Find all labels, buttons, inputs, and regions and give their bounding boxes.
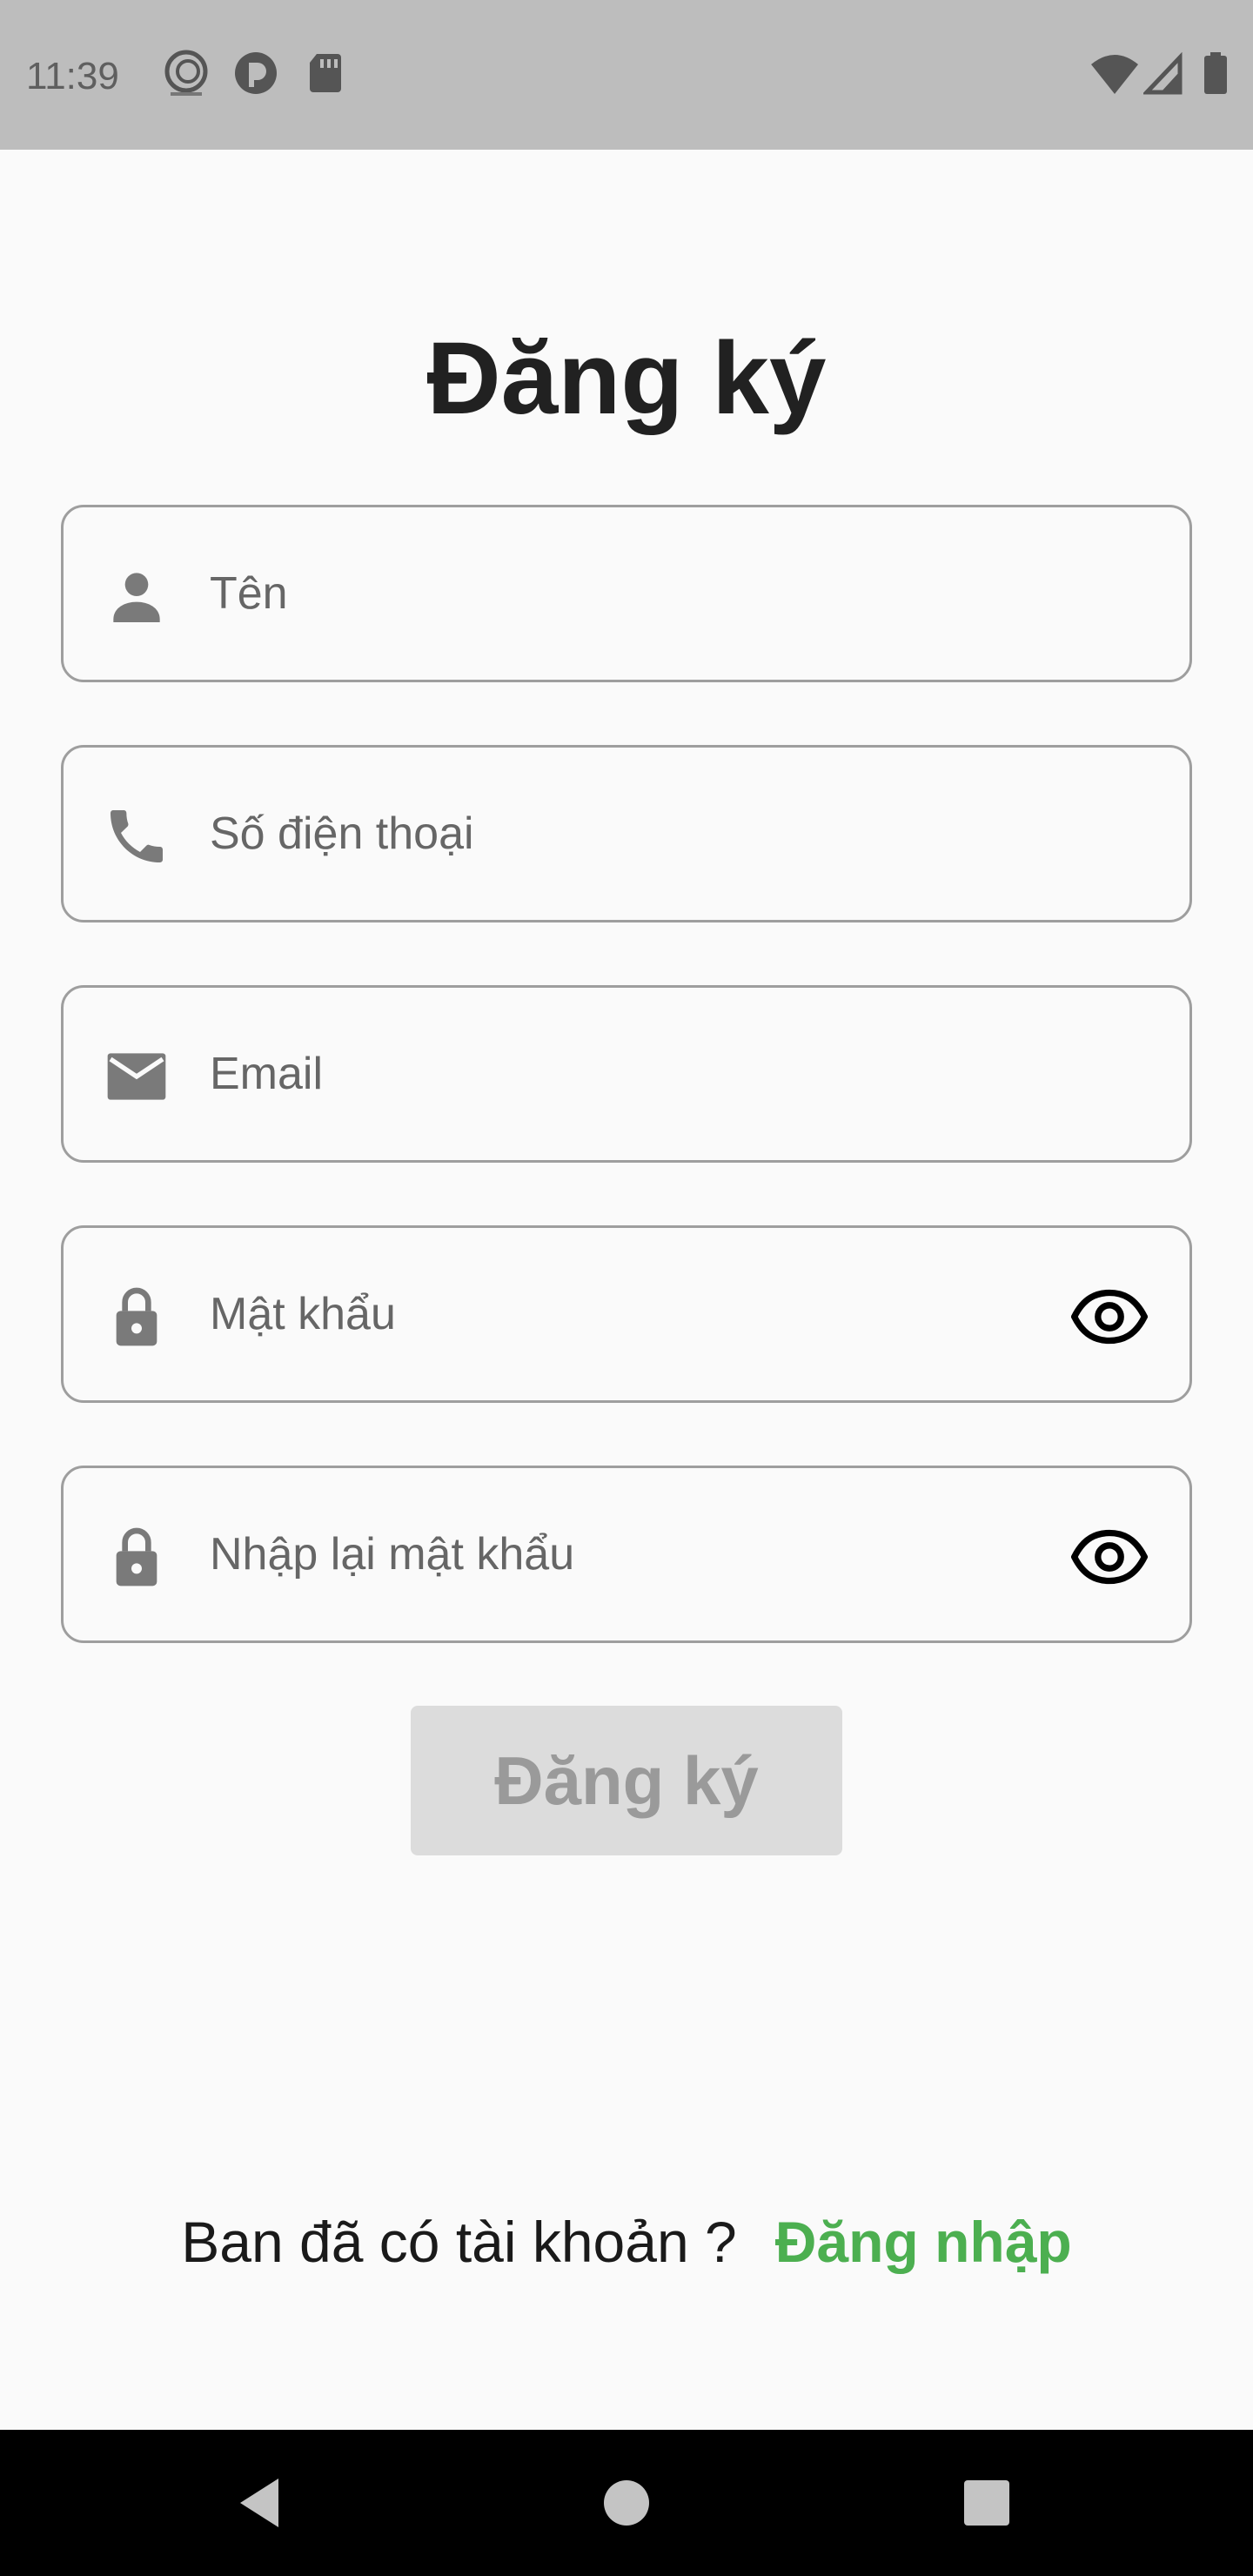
status-bar: 11:39: [0, 0, 1253, 150]
app-logo-icon: [164, 50, 208, 96]
name-input[interactable]: [210, 507, 1062, 680]
login-link[interactable]: Đăng nhập: [775, 2210, 1072, 2274]
email-field[interactable]: [61, 985, 1192, 1163]
mail-icon: [107, 1053, 166, 1100]
wifi-icon: [1091, 55, 1138, 94]
person-icon: [113, 573, 160, 622]
page-title: Đăng ký: [426, 321, 827, 436]
back-icon[interactable]: [228, 2468, 298, 2538]
navigation-bar: [0, 2430, 1253, 2576]
eye-icon[interactable]: [1071, 1519, 1148, 1595]
login-prompt: Ban đã có tài khoản ? Đăng nhập: [0, 2207, 1253, 2277]
phone-icon: [111, 810, 163, 862]
signal-icon: [1143, 52, 1183, 95]
phone-input[interactable]: [210, 748, 1062, 920]
sd-card-icon: [310, 54, 341, 92]
battery-icon: [1204, 52, 1227, 94]
password-field[interactable]: [61, 1225, 1192, 1403]
email-input[interactable]: [210, 988, 1062, 1160]
status-time: 11:39: [26, 55, 119, 97]
lock-icon: [116, 1527, 157, 1587]
eye-icon[interactable]: [1071, 1278, 1148, 1355]
recents-icon[interactable]: [952, 2468, 1022, 2538]
home-icon[interactable]: [592, 2468, 661, 2538]
register-button[interactable]: Đăng ký: [411, 1706, 842, 1855]
lock-icon: [116, 1287, 157, 1346]
confirm-password-input[interactable]: [210, 1468, 1062, 1640]
pocket-icon: [235, 52, 277, 94]
confirm-password-field[interactable]: [61, 1466, 1192, 1643]
password-input[interactable]: [210, 1228, 1062, 1400]
name-field[interactable]: [61, 505, 1192, 682]
login-question: Ban đã có tài khoản ?: [181, 2210, 737, 2274]
phone-field[interactable]: [61, 745, 1192, 922]
